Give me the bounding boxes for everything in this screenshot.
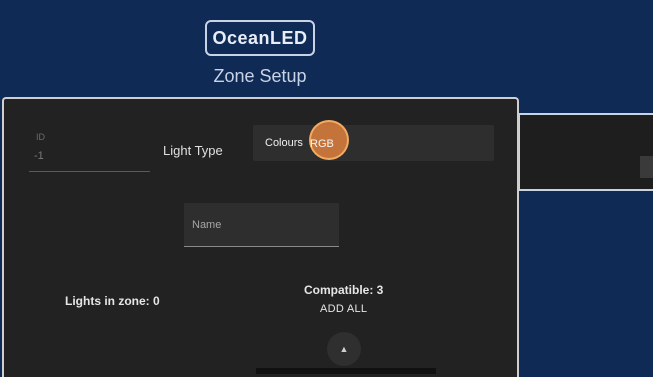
id-field: ID -1 [29, 126, 150, 172]
page-title: Zone Setup [213, 66, 307, 86]
lights-in-zone-label: Lights in zone: 0 [65, 294, 160, 308]
name-input-placeholder: Name [192, 219, 222, 231]
chevron-up-icon: ▲ [339, 344, 349, 354]
id-field-value: -1 [34, 150, 44, 162]
app-header: OceanLED Zone Setup [0, 0, 653, 96]
list-strip [256, 368, 436, 374]
scroll-up-button[interactable]: ▲ [327, 332, 361, 366]
name-input[interactable]: Name [184, 203, 339, 247]
light-type-rgb-option[interactable]: RGB [310, 138, 334, 150]
background-panel-button[interactable] [640, 156, 653, 178]
add-all-button[interactable]: ADD ALL [320, 303, 367, 315]
light-type-value: Colours [265, 137, 303, 149]
id-field-label: ID [36, 132, 45, 142]
compatible-count-label: Compatible: 3 [304, 283, 384, 297]
light-type-label: Light Type [163, 143, 223, 158]
background-panel [518, 113, 653, 191]
oceanled-logo: OceanLED [205, 20, 315, 56]
zone-setup-dialog: ID -1 Light Type Colours RGB Name Lights… [2, 97, 519, 377]
light-type-select[interactable]: Colours [253, 125, 494, 161]
